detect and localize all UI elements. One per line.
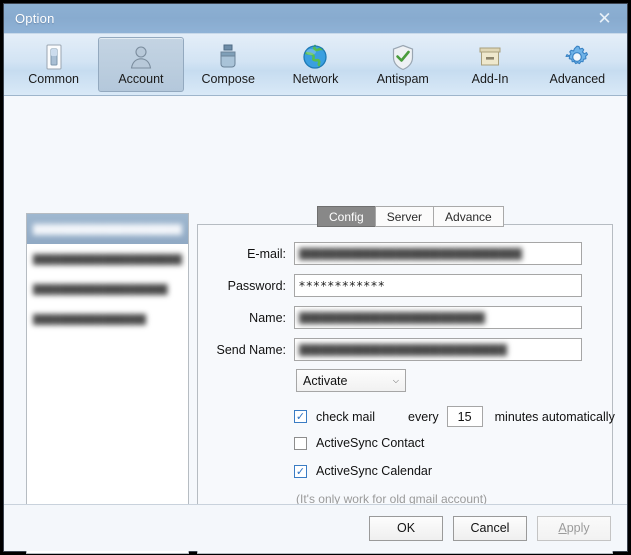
toolbar: Common Account Compose Network Antispam … <box>4 34 627 96</box>
account-name: █████████████████████████ <box>33 223 182 235</box>
option-dialog: Option ✕ Common Account Compose Network … <box>3 3 628 554</box>
tab-config[interactable]: Config <box>317 206 375 227</box>
activesync-contact-checkbox[interactable] <box>294 436 307 450</box>
tab-server[interactable]: Server <box>374 206 434 227</box>
toolbar-item-addin-label: Add-In <box>471 72 509 87</box>
addin-icon <box>477 43 503 71</box>
activesync-contact-label: ActiveSync Contact <box>316 436 425 450</box>
toolbar-item-compose-label: Compose <box>201 72 255 87</box>
compose-icon <box>216 43 240 71</box>
close-icon[interactable]: ✕ <box>582 4 627 33</box>
common-icon <box>43 43 65 71</box>
account-status-select[interactable]: Activate ⌵ <box>296 369 406 392</box>
check-icon: ✓ <box>295 464 306 478</box>
toolbar-item-network-label: Network <box>292 72 339 87</box>
name-value: █████████████████████████ <box>299 311 485 324</box>
interval-input[interactable]: 15 <box>446 406 483 427</box>
password-label: Password: <box>227 278 286 293</box>
dialog-footer: OK Cancel Apply <box>4 504 627 551</box>
activesync-calendar-checkbox[interactable]: ✓ <box>294 464 307 478</box>
password-field[interactable]: ************ <box>294 274 582 297</box>
name-row: Name: █████████████████████████ <box>4 306 627 329</box>
send-name-label: Send Name: <box>216 342 286 357</box>
toolbar-item-advanced[interactable]: Advanced <box>535 37 620 92</box>
tab-bar: Config Server Advance <box>317 206 504 227</box>
list-item[interactable]: █████████████████████████ <box>27 214 188 244</box>
apply-button: Apply <box>537 515 611 541</box>
every-label: every <box>408 409 439 424</box>
network-icon <box>302 43 328 71</box>
toolbar-item-advanced-label: Advanced <box>549 72 606 87</box>
check-mail-checkbox[interactable]: ✓ <box>294 410 307 423</box>
password-row: Password: ************ <box>4 274 627 297</box>
toolbar-item-addin[interactable]: Add-In <box>447 37 532 92</box>
send-name-field[interactable]: ████████████████████████████ <box>294 338 582 361</box>
cancel-button[interactable]: Cancel <box>453 515 527 541</box>
apply-accel: A <box>558 521 567 535</box>
toolbar-item-common-label: Common <box>28 72 79 87</box>
email-row: E-mail: ██████████████████████████████ <box>4 242 627 265</box>
email-label: E-mail: <box>247 246 286 261</box>
name-field[interactable]: █████████████████████████ <box>294 306 582 329</box>
screenshot-root: Option ✕ Common Account Compose Network … <box>0 0 631 555</box>
toolbar-item-common[interactable]: Common <box>11 37 96 92</box>
dialog-body: █████████████████████ ████ ██████████████… <box>4 96 627 554</box>
toolbar-item-antispam[interactable]: Antispam <box>360 37 445 92</box>
toolbar-item-account-label: Account <box>118 72 164 87</box>
send-name-row: Send Name: ████████████████████████████ <box>4 338 627 361</box>
activesync-calendar-label: ActiveSync Calendar <box>316 464 433 478</box>
toolbar-item-network[interactable]: Network <box>273 37 358 92</box>
email-field[interactable]: ██████████████████████████████ <box>294 242 582 265</box>
title-bar: Option ✕ <box>4 4 627 34</box>
toolbar-item-compose[interactable]: Compose <box>186 37 271 92</box>
toolbar-item-account[interactable]: Account <box>98 37 184 92</box>
antispam-icon <box>391 43 415 71</box>
check-icon: ✓ <box>295 410 306 423</box>
tab-advance[interactable]: Advance <box>433 206 504 227</box>
account-icon <box>128 43 154 71</box>
account-status-value: Activate <box>303 373 348 388</box>
send-name-value: ████████████████████████████ <box>299 343 508 356</box>
activesync-contact-row: ActiveSync Contact <box>294 436 424 450</box>
check-mail-label: check mail <box>316 409 376 424</box>
minutes-label: minutes automatically <box>494 409 615 424</box>
chevron-down-icon: ⌵ <box>392 375 399 385</box>
advanced-icon <box>564 43 590 71</box>
ok-button[interactable]: OK <box>369 515 443 541</box>
window-title: Option <box>15 11 55 26</box>
toolbar-item-antispam-label: Antispam <box>376 72 429 87</box>
password-value: ************ <box>299 278 386 293</box>
activesync-calendar-row: ✓ ActiveSync Calendar <box>294 464 432 478</box>
name-label: Name: <box>249 310 286 325</box>
email-value: ██████████████████████████████ <box>299 247 523 260</box>
check-mail-row: ✓ check mail every 15 minutes automatica… <box>294 406 615 427</box>
apply-rest: pply <box>566 521 590 535</box>
